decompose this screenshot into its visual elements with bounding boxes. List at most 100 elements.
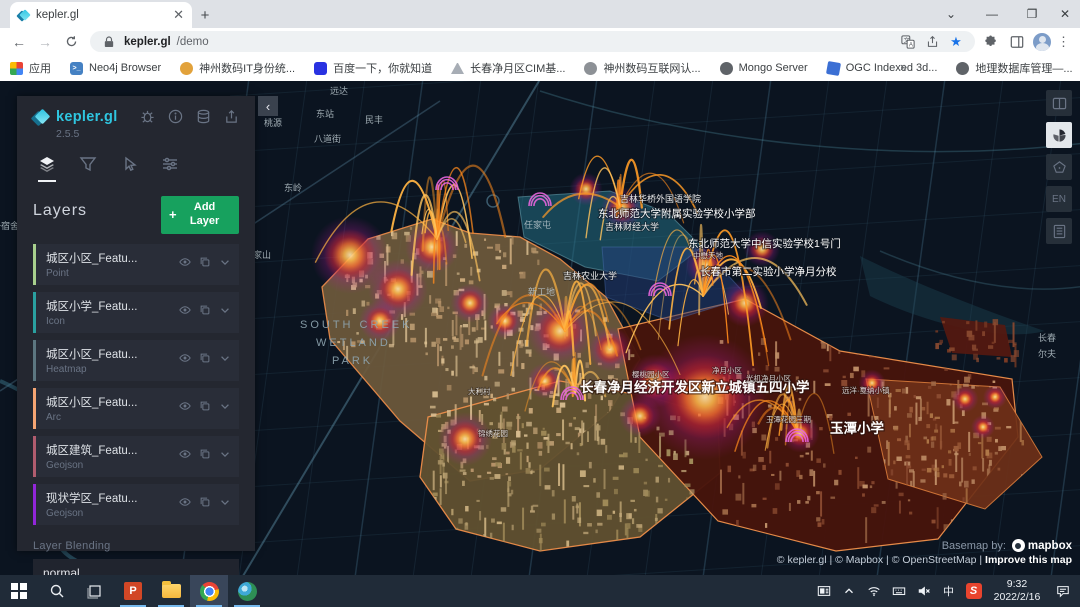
share-icon[interactable] — [923, 34, 941, 50]
news-panel-icon[interactable] — [811, 575, 836, 607]
bookmark-item[interactable]: OGC Indexed 3d... — [827, 62, 938, 75]
address-bar[interactable]: kepler.gl/demo 文A ★ — [90, 31, 975, 52]
svg-text:吉林财经大学: 吉林财经大学 — [605, 221, 659, 232]
layer-row[interactable]: 现状学区_Featu... Geojson — [33, 484, 239, 525]
map-attribution: Basemap by: mapbox © kepler.gl | © Mapbo… — [777, 539, 1072, 566]
translate-icon[interactable]: 文A — [899, 34, 917, 50]
layer-duplicate-icon[interactable] — [199, 303, 211, 321]
tab-basemap[interactable] — [161, 155, 179, 182]
layer-expand-chevron-icon[interactable] — [219, 399, 231, 417]
taskbar-search-button[interactable] — [38, 575, 76, 607]
layer-row[interactable]: 城区小学_Featu... Icon — [33, 292, 239, 333]
layer-visibility-eye-icon[interactable] — [179, 447, 191, 465]
layers-panel-title: Layers — [33, 202, 87, 220]
forward-button[interactable]: → — [32, 30, 58, 54]
layer-duplicate-icon[interactable] — [199, 495, 211, 513]
layer-duplicate-icon[interactable] — [199, 447, 211, 465]
layer-duplicate-icon[interactable] — [199, 255, 211, 273]
bookmark-item[interactable]: 神州数码IT身份统... — [180, 60, 295, 76]
extensions-icon[interactable] — [981, 32, 1001, 52]
layer-row[interactable]: 城区小区_Featu... Arc — [33, 388, 239, 429]
layer-expand-chevron-icon[interactable] — [219, 351, 231, 369]
layer-expand-chevron-icon[interactable] — [219, 495, 231, 513]
svg-text:中懋天地: 中懋天地 — [693, 250, 723, 260]
split-map-button[interactable] — [1046, 90, 1072, 116]
map-credits[interactable]: © kepler.gl | © Mapbox | © OpenStreetMap… — [777, 554, 982, 566]
side-panel-icon[interactable] — [1007, 32, 1027, 52]
bug-report-icon[interactable] — [140, 109, 155, 129]
sidebar-collapse-button[interactable]: ‹ — [258, 96, 278, 116]
sample-data-icon[interactable] — [196, 109, 211, 129]
taskbar-clock[interactable]: 9:32 2022/2/16 — [986, 578, 1048, 604]
back-button[interactable]: ← — [6, 30, 32, 54]
svg-text:吉林华桥外国语学院: 吉林华桥外国语学院 — [620, 193, 701, 204]
taskbar-chrome[interactable] — [190, 575, 228, 607]
taskbar-file-explorer[interactable] — [152, 575, 190, 607]
tab-search-chevron-icon[interactable]: ⌄ — [936, 0, 966, 28]
ime-indicator[interactable]: 中 — [936, 575, 961, 607]
layer-visibility-eye-icon[interactable] — [179, 351, 191, 369]
app-version: 2.5.5 — [56, 128, 118, 140]
task-view-button[interactable] — [76, 575, 114, 607]
taskbar-powerpoint[interactable]: P — [114, 575, 152, 607]
layer-expand-chevron-icon[interactable] — [219, 447, 231, 465]
start-button[interactable] — [0, 575, 38, 607]
browser-menu-icon[interactable]: ⋮ — [1057, 34, 1070, 50]
layer-row[interactable]: 城区建筑_Featu... Geojson — [33, 436, 239, 477]
layer-visibility-eye-icon[interactable] — [179, 495, 191, 513]
bookmark-item[interactable]: 长春净月区CIM基... — [451, 60, 565, 76]
svg-text:WETLAND: WETLAND — [316, 337, 391, 349]
layer-expand-chevron-icon[interactable] — [219, 255, 231, 273]
export-icon[interactable] — [224, 109, 239, 129]
new-tab-button[interactable]: + — [192, 2, 218, 28]
add-layer-button[interactable]: + Add Layer — [161, 196, 239, 234]
locale-button[interactable]: EN — [1046, 186, 1072, 212]
layer-expand-chevron-icon[interactable] — [219, 303, 231, 321]
toggle-3d-button[interactable] — [1046, 122, 1072, 148]
tab-filters[interactable] — [79, 155, 97, 182]
browser-tab[interactable]: kepler.gl ✕ — [10, 2, 192, 28]
info-icon[interactable] — [168, 109, 183, 129]
tab-close-icon[interactable]: ✕ — [173, 7, 184, 23]
improve-map-link[interactable]: Improve this map — [985, 554, 1072, 566]
layer-duplicate-icon[interactable] — [199, 399, 211, 417]
lock-icon — [100, 34, 118, 50]
map-controls: EN — [1046, 90, 1072, 244]
layer-duplicate-icon[interactable] — [199, 351, 211, 369]
reload-button[interactable] — [58, 30, 84, 54]
layer-visibility-eye-icon[interactable] — [179, 399, 191, 417]
bookmark-favicon — [10, 62, 23, 75]
layer-visibility-eye-icon[interactable] — [179, 303, 191, 321]
layer-visibility-eye-icon[interactable] — [179, 255, 191, 273]
window-minimize-button[interactable]: — — [976, 0, 1008, 28]
touch-keyboard-icon[interactable] — [886, 575, 911, 607]
draw-polygon-button[interactable] — [1046, 154, 1072, 180]
window-close-button[interactable]: ✕ — [1050, 0, 1080, 28]
bookmark-item[interactable]: 地理数据库管理—... — [956, 60, 1072, 76]
profile-avatar[interactable] — [1033, 33, 1051, 51]
browser-tab-strip: kepler.gl ✕ + ⌄ — ❐ ✕ — [0, 0, 1080, 28]
sogou-icon[interactable]: S — [961, 575, 986, 607]
layer-row[interactable]: 城区小区_Featu... Point — [33, 244, 239, 285]
volume-muted-icon[interactable] — [911, 575, 936, 607]
bookmark-item[interactable]: 百度一下，你就知道 — [314, 60, 432, 76]
tray-chevron-up-icon[interactable] — [836, 575, 861, 607]
window-restore-button[interactable]: ❐ — [1016, 0, 1048, 28]
layer-row[interactable]: 城区小区_Featu... Heatmap — [33, 340, 239, 381]
action-center-icon[interactable] — [1048, 575, 1078, 607]
legend-button[interactable] — [1046, 218, 1072, 244]
mapbox-logo[interactable]: mapbox — [1012, 539, 1072, 552]
bookmark-item[interactable]: 神州数码互联网认... — [584, 60, 700, 76]
bookmark-item[interactable]: >_ Neo4j Browser — [70, 62, 161, 75]
bookmark-item[interactable]: 应用 — [10, 60, 51, 76]
tab-layers[interactable] — [38, 155, 56, 182]
tab-interactions[interactable] — [120, 155, 138, 182]
bookmarks-overflow-chevron[interactable]: » — [900, 59, 907, 74]
kepler-favicon — [18, 10, 29, 21]
bookmark-item[interactable]: Mongo Server — [720, 62, 808, 75]
bookmark-star-icon[interactable]: ★ — [947, 34, 965, 50]
bookmark-favicon: >_ — [70, 62, 83, 75]
url-path: /demo — [177, 36, 209, 48]
wifi-icon[interactable] — [861, 575, 886, 607]
taskbar-gis-app[interactable] — [228, 575, 266, 607]
